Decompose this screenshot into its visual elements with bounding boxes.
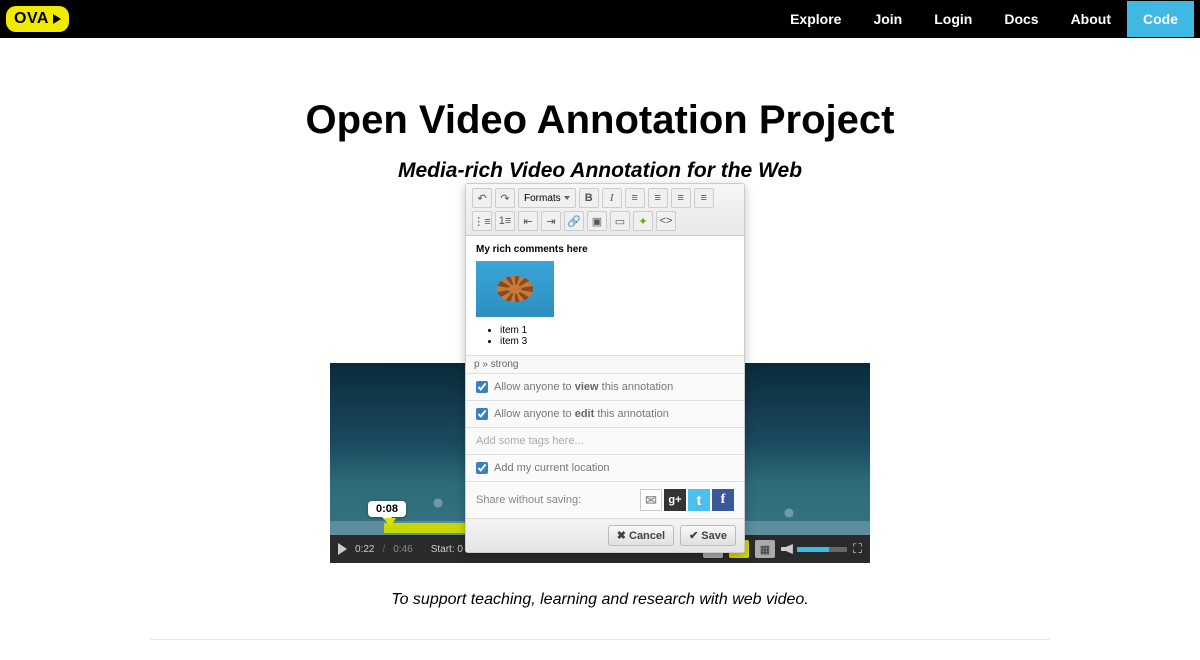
nav-login[interactable]: Login xyxy=(918,1,988,37)
allow-edit-option[interactable]: Allow anyone to edit this annotation xyxy=(466,400,744,427)
volume-slider[interactable] xyxy=(797,547,847,552)
redo-button[interactable]: ↷ xyxy=(495,188,515,208)
editor-buttons: ✖Cancel ✔Save xyxy=(466,518,744,552)
align-right-button[interactable]: ≡ xyxy=(671,188,691,208)
editor-toolbar: ↶ ↷ Formats B I ≡ ≡ ≡ ≡ ⋮≡ 1≡ ⇤ ⇥ 🔗 ▣ xyxy=(466,184,744,236)
nav-code[interactable]: Code xyxy=(1127,1,1194,37)
page-title: Open Video Annotation Project xyxy=(0,98,1200,143)
annotation-editor: ↶ ↷ Formats B I ≡ ≡ ≡ ≡ ⋮≡ 1≡ ⇤ ⇥ 🔗 ▣ xyxy=(465,183,745,553)
share-row: Share without saving: ✉ g+ t f xyxy=(466,481,744,518)
googleplus-icon[interactable]: g+ xyxy=(664,489,686,511)
fullscreen-button[interactable]: ⛶ xyxy=(853,541,862,557)
facebook-icon[interactable]: f xyxy=(712,489,734,511)
chevron-down-icon xyxy=(564,196,570,200)
cancel-icon: ✖ xyxy=(617,529,626,542)
logo-text: OVA xyxy=(14,10,49,28)
share-label: Share without saving: xyxy=(476,494,581,506)
add-location-checkbox[interactable] xyxy=(476,462,488,474)
nav-about[interactable]: About xyxy=(1055,1,1127,37)
tags-input[interactable]: Add some tags here... xyxy=(476,435,584,447)
allow-view-option[interactable]: Allow anyone to view this annotation xyxy=(466,373,744,400)
volume-control[interactable] xyxy=(781,544,847,554)
time-tooltip: 0:08 xyxy=(368,501,406,517)
indent-button[interactable]: ⇥ xyxy=(541,211,561,231)
comment-list: item 1 item 3 xyxy=(500,325,734,347)
bold-button[interactable]: B xyxy=(579,188,599,208)
comment-title: My rich comments here xyxy=(476,244,734,255)
formats-select[interactable]: Formats xyxy=(518,188,576,208)
duration-time: 0:46 xyxy=(393,544,412,555)
nav-docs[interactable]: Docs xyxy=(988,1,1054,37)
outdent-button[interactable]: ⇤ xyxy=(518,211,538,231)
link-button[interactable]: 🔗 xyxy=(564,211,584,231)
allow-edit-checkbox[interactable] xyxy=(476,408,488,420)
list-item: item 3 xyxy=(500,336,734,347)
top-nav: OVA Explore Join Login Docs About Code xyxy=(0,0,1200,38)
nav-join[interactable]: Join xyxy=(857,1,918,37)
tagline: To support teaching, learning and resear… xyxy=(0,591,1200,609)
twitter-icon[interactable]: t xyxy=(688,489,710,511)
code-button[interactable]: <> xyxy=(656,211,676,231)
special-button[interactable]: ✦ xyxy=(633,211,653,231)
nav-links: Explore Join Login Docs About Code xyxy=(774,1,1194,37)
check-icon: ✔ xyxy=(689,529,698,542)
speaker-icon xyxy=(781,544,793,554)
cancel-button[interactable]: ✖Cancel xyxy=(608,525,674,546)
mail-icon[interactable]: ✉ xyxy=(640,489,662,511)
list-item: item 1 xyxy=(500,325,734,336)
align-justify-button[interactable]: ≡ xyxy=(694,188,714,208)
logo[interactable]: OVA xyxy=(6,6,69,32)
elapsed-time: 0:22 xyxy=(355,544,374,555)
hero-screenshot: ↶ ↷ Formats B I ≡ ≡ ≡ ≡ ⋮≡ 1≡ ⇤ ⇥ 🔗 ▣ xyxy=(330,363,870,563)
media-button[interactable]: ▭ xyxy=(610,211,630,231)
stats-button[interactable]: ▦ xyxy=(755,540,775,558)
image-button[interactable]: ▣ xyxy=(587,211,607,231)
number-list-button[interactable]: 1≡ xyxy=(495,211,515,231)
allow-view-checkbox[interactable] xyxy=(476,381,488,393)
tags-row[interactable]: Add some tags here... xyxy=(466,427,744,454)
undo-button[interactable]: ↶ xyxy=(472,188,492,208)
align-center-button[interactable]: ≡ xyxy=(648,188,668,208)
nav-explore[interactable]: Explore xyxy=(774,1,857,37)
page-subtitle: Media-rich Video Annotation for the Web xyxy=(0,159,1200,183)
seek-marker-icon[interactable] xyxy=(384,518,396,527)
play-button[interactable] xyxy=(338,543,347,555)
divider xyxy=(150,639,1050,640)
italic-button[interactable]: I xyxy=(602,188,622,208)
play-icon xyxy=(53,14,61,24)
bullet-list-button[interactable]: ⋮≡ xyxy=(472,211,492,231)
add-location-option[interactable]: Add my current location xyxy=(466,454,744,481)
editor-content[interactable]: My rich comments here item 1 item 3 xyxy=(466,236,744,355)
share-icons: ✉ g+ t f xyxy=(640,489,734,511)
editor-status-path: p » strong xyxy=(466,355,744,373)
save-button[interactable]: ✔Save xyxy=(680,525,736,546)
main-content: Open Video Annotation Project Media-rich… xyxy=(0,38,1200,660)
align-left-button[interactable]: ≡ xyxy=(625,188,645,208)
embedded-image xyxy=(476,261,554,317)
